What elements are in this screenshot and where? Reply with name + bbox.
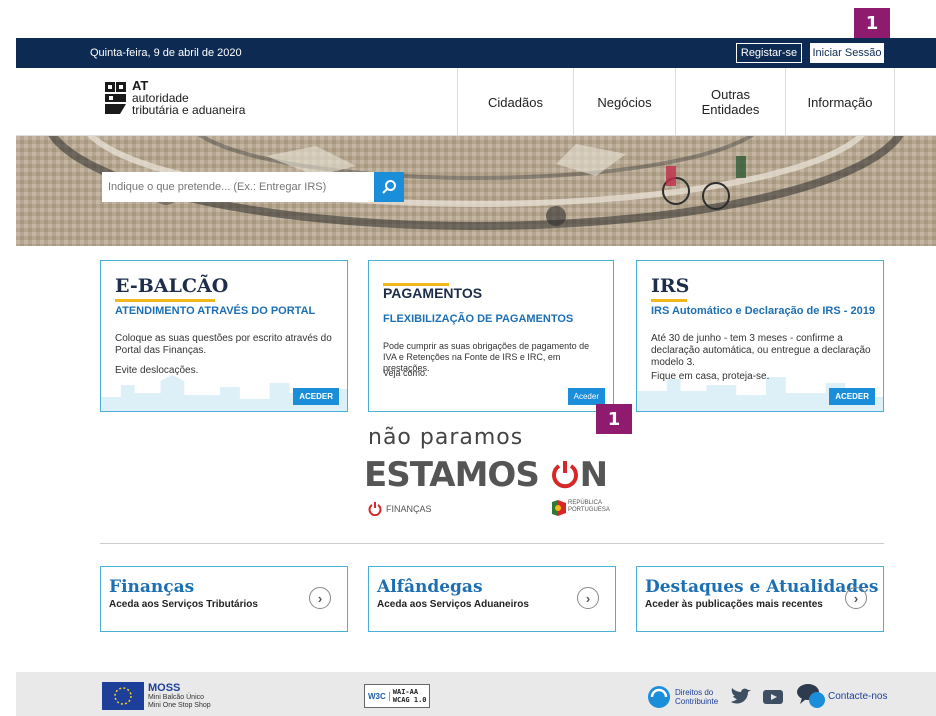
link-subtitle: Aceda aos Serviços Tributários: [109, 599, 258, 610]
register-button[interactable]: Registar-se: [736, 43, 802, 63]
link-title: Alfândegas: [377, 577, 483, 597]
aceder-button[interactable]: Aceder: [567, 388, 605, 405]
nav-item-informacao[interactable]: Informação: [785, 68, 895, 136]
annotation-marker: 1: [596, 404, 632, 434]
card-title: IRS: [651, 275, 690, 297]
footer: MOSS Mini Balcão Único Mini One Stop Sho…: [16, 672, 936, 716]
rights-line1: Direitos do: [675, 688, 714, 697]
contact-link[interactable]: Contacte-nos: [796, 682, 887, 710]
link-subtitle: Aceda aos Serviços Aduaneiros: [377, 599, 529, 610]
wai-line1: WAI-AA: [392, 688, 419, 696]
moss-title: MOSS: [148, 681, 181, 694]
card-text: Até 30 de junho - tem 3 meses - confirme…: [651, 333, 871, 368]
card-subtitle: ATENDIMENTO ATRAVÉS DO PORTAL: [115, 305, 316, 317]
link-card-alfandegas[interactable]: Alfândegas Aceda aos Serviços Aduaneiros…: [368, 566, 616, 632]
logo-line2: tributária e aduaneira: [132, 103, 246, 117]
twitter-icon[interactable]: [730, 688, 752, 706]
search-bar: [102, 172, 404, 202]
moss-line1: Mini Balcão Único: [148, 693, 205, 701]
chevron-right-icon[interactable]: ›: [577, 587, 599, 609]
moss-link[interactable]: MOSS Mini Balcão Único Mini One Stop Sho…: [102, 682, 211, 710]
power-icon: [551, 461, 578, 489]
card-pagamentos: PAGAMENTOS FLEXIBILIZAÇÃO DE PAGAMENTOS …: [368, 260, 614, 412]
nav-item-cidadaos[interactable]: Cidadãos: [457, 68, 573, 136]
current-date: Quinta-feira, 9 de abril de 2020: [90, 47, 242, 59]
link-card-financas[interactable]: Finanças Aceda aos Serviços Tributários …: [100, 566, 348, 632]
title-underline: [383, 283, 449, 286]
chevron-right-icon[interactable]: ›: [309, 587, 331, 609]
moss-line2: Mini One Stop Shop: [148, 701, 211, 709]
search-input[interactable]: [102, 172, 374, 202]
campaign-headline: ESTAMOS N: [364, 455, 608, 495]
aceder-button[interactable]: ACEDER: [293, 388, 339, 405]
portugal-flag-icon: [552, 500, 566, 516]
wai-line2: WCAG 1.0: [392, 696, 427, 704]
power-icon: [368, 502, 382, 516]
chevron-right-icon[interactable]: ›: [845, 587, 867, 609]
card-text: Veja como.: [383, 368, 428, 378]
republica-label-line2: PORTUGUESA: [568, 507, 610, 513]
card-irs: IRS IRS Automático e Declaração de IRS -…: [636, 260, 884, 412]
link-title: Finanças: [109, 577, 195, 597]
taxpayer-rights-icon: [648, 686, 670, 708]
section-divider: [100, 543, 884, 544]
w3c-icon: W3C: [365, 691, 390, 701]
rights-line2: Contribuinte: [675, 697, 719, 706]
search-icon: [382, 180, 396, 194]
contact-label: Contacte-nos: [828, 690, 888, 702]
link-subtitle: Aceder às publicações mais recentes: [645, 599, 823, 610]
link-title: Destaques e Atualidades: [645, 577, 879, 597]
campaign-headline-text: ESTAMOS: [364, 455, 550, 495]
hero-banner: [16, 136, 936, 246]
top-bar: Quinta-feira, 9 de abril de 2020 Regista…: [16, 38, 936, 68]
financas-label: FINANÇAS: [386, 504, 432, 514]
campaign-logos: FINANÇAS REPÚBLICA PORTUGUESA: [368, 500, 618, 520]
main-nav: Cidadãos Negócios Outras Entidades Infor…: [457, 68, 895, 136]
republica-label-line1: REPÚBLICA: [568, 500, 603, 506]
campaign-tagline: não paramos: [368, 425, 524, 450]
card-subtitle: FLEXIBILIZAÇÃO DE PAGAMENTOS: [383, 313, 574, 325]
aceder-button[interactable]: ACEDER: [829, 388, 875, 405]
wcag-badge[interactable]: W3C WAI-AA WCAG 1.0: [364, 684, 430, 708]
login-button[interactable]: Iniciar Sessão: [810, 43, 884, 63]
card-text: Evite deslocações.: [115, 365, 199, 376]
card-subtitle: IRS Automático e Declaração de IRS - 201…: [651, 305, 875, 317]
card-e-balcao: E-BALCÃO ATENDIMENTO ATRAVÉS DO PORTAL C…: [100, 260, 348, 412]
title-underline: [651, 299, 687, 302]
annotation-marker: 1: [854, 8, 890, 38]
nav-item-outras-entidades[interactable]: Outras Entidades: [675, 68, 785, 136]
taxpayer-rights-link[interactable]: Direitos do Contribuinte: [646, 684, 718, 710]
search-button[interactable]: [374, 172, 404, 202]
at-logo[interactable]: AT autoridade tributária e aduaneira: [104, 79, 246, 117]
contact-chat-icon: [797, 684, 825, 708]
card-title: E-BALCÃO: [115, 275, 229, 297]
card-text: Fique em casa, proteja-se.: [651, 371, 770, 382]
at-shield-icon: [104, 80, 128, 116]
youtube-icon[interactable]: [762, 688, 784, 706]
nav-item-negocios[interactable]: Negócios: [573, 68, 675, 136]
link-card-destaques[interactable]: Destaques e Atualidades Aceder às public…: [636, 566, 884, 632]
campaign-headline-on: N: [579, 455, 608, 495]
card-title: PAGAMENTOS: [383, 285, 483, 301]
title-underline: [115, 299, 215, 302]
card-text: Coloque as suas questões por escrito atr…: [115, 333, 332, 356]
eu-flag-icon: [102, 682, 144, 710]
site-header: AT autoridade tributária e aduaneira Cid…: [16, 68, 936, 136]
